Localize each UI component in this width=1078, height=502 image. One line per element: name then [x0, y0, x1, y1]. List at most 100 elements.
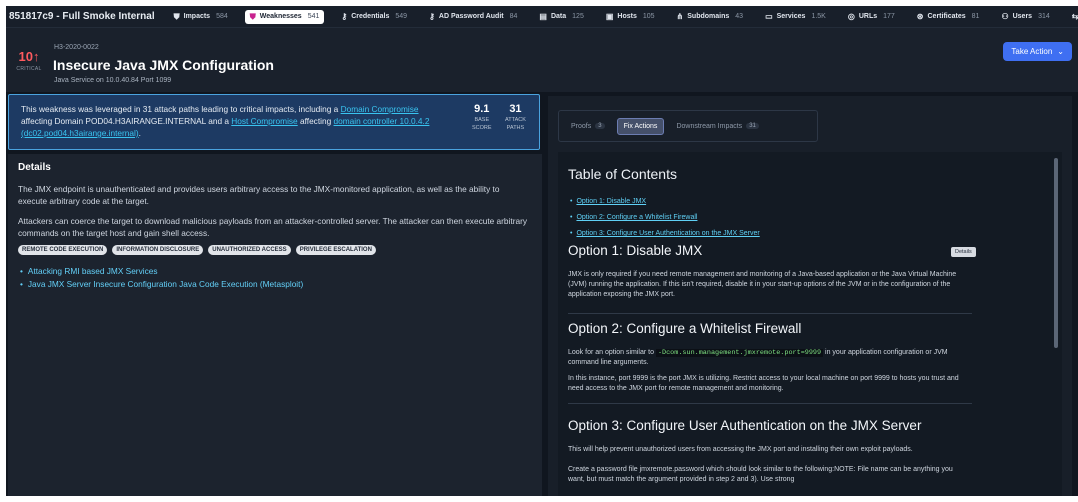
audit-icon: ⚷ [429, 11, 435, 21]
toc-list: Option 1: Disable JMX Option 2: Configure… [570, 194, 760, 242]
option-3-text: This will help prevent unauthorized user… [568, 446, 913, 453]
key-icon: ⚷ [341, 11, 348, 21]
nav-tab-count: 314 [1038, 13, 1050, 20]
toc-link[interactable]: Option 3: Configure User Authentication … [570, 226, 760, 242]
details-panel: Details The JMX endpoint is unauthentica… [8, 154, 542, 496]
nav-tab-certificates[interactable]: ⊛ Certificates 81 [912, 10, 985, 24]
divider [568, 403, 972, 404]
nav-tab-label: Hosts [617, 13, 637, 20]
nav-tab-label: Credentials [351, 13, 390, 20]
nav-tab-credentials[interactable]: ⚷ Credentials 549 [336, 10, 412, 24]
attack-path-summary: This weakness was leveraged in 31 attack… [8, 94, 540, 150]
service-subtitle: Java Service on 10.0.40.84 Port 1099 [54, 77, 172, 84]
nav-tab-com[interactable]: ⇆Com [1067, 10, 1078, 24]
summary-text-part: affecting [297, 116, 334, 126]
nav-tab-services[interactable]: ▭ Services 1.5K [760, 10, 831, 24]
nav-tab-label: AD Password Audit [438, 13, 504, 20]
attack-paths-value: 31 [509, 103, 522, 115]
nav-tab-label: Services [776, 13, 806, 20]
nav-tab-count: 81 [971, 13, 980, 20]
scrollbar-thumb[interactable] [1054, 158, 1058, 348]
option-2-text: Look for an option similar to -Dcom.sun.… [568, 348, 968, 368]
tab-fix-actions[interactable]: Fix Actions [616, 117, 665, 135]
nav-tab-weaknesses[interactable]: ⛊ Weaknesses 541 [244, 9, 325, 24]
fix-actions-document[interactable]: Table of Contents Option 1: Disable JMXO… [558, 152, 1062, 496]
nav-tab-count: 105 [642, 13, 655, 20]
severity-score: 10↑ CRITICAL [14, 50, 44, 72]
network-icon: ⋔ [676, 11, 684, 21]
host-compromise-link[interactable]: Host Compromise [231, 116, 297, 126]
weakness-id: H3-2020-0022 [54, 44, 99, 51]
take-action-button[interactable]: Take Action ⌄ [1003, 42, 1072, 61]
severity-label: CRITICAL [16, 66, 42, 72]
tab-bar: Proofs 3 Fix Actions Downstream Impacts 31 [558, 110, 818, 142]
summary-text-part: . [138, 128, 141, 138]
option-3-text-2: Create a password file jmxremote.passwor… [568, 466, 953, 483]
toc-link[interactable]: Option 1: Disable JMX [570, 194, 760, 210]
option-2-text-2: In this instance, port 9999 is the port … [568, 375, 959, 392]
attack-paths-metric: 31 ATTACK PATHS [505, 103, 526, 131]
tag-badge: UNAUTHORIZED ACCESS [208, 245, 291, 255]
services-icon: ▭ [765, 11, 773, 21]
summary-text: This weakness was leveraged in 31 attack… [21, 103, 441, 139]
tab-label: Fix Actions [623, 122, 658, 130]
take-action-label: Take Action [1011, 47, 1053, 56]
globe-icon: ◎ [847, 11, 855, 21]
nav-tab-urls[interactable]: ◎ URLs 177 [843, 10, 900, 24]
tab-count: 31 [746, 123, 759, 129]
reference-link[interactable]: Attacking RMI based JMX Services [20, 265, 303, 278]
nav-tab-label: Data [550, 13, 567, 20]
summary-text-part: This weakness was leveraged in 31 attack… [21, 104, 341, 114]
tab-label: Downstream Impacts [676, 122, 743, 130]
nav-tab-users[interactable]: ⚇ Users 314 [996, 10, 1054, 24]
tab-label: Proofs [571, 122, 592, 130]
users-icon: ⚇ [1001, 11, 1009, 21]
commands-icon: ⇆ [1071, 11, 1078, 21]
attack-paths-label-1: ATTACK [505, 117, 526, 123]
toc-title: Table of Contents [568, 166, 677, 182]
nav-tab-label: Users [1012, 13, 1033, 20]
base-score-metric: 9.1 BASE SCORE [472, 103, 492, 131]
nav-tab-label: Subdomains [687, 13, 730, 20]
summary-text-part: affecting Domain POD04.H3AIRANGE.INTERNA… [21, 116, 232, 126]
nav-tab-subdomains[interactable]: ⋔ Subdomains 43 [672, 10, 749, 24]
nav-tab-count: 584 [216, 13, 228, 20]
tag-badge: PRIVILEGE ESCALATION [295, 245, 376, 255]
toc-link-text: Option 3: Configure User Authentication … [576, 230, 760, 237]
app-window: 851817c9 - Full Smoke Internal ⛊ Impacts 5… [6, 6, 1078, 496]
operation-title[interactable]: 851817c9 - Full Smoke Internal [6, 11, 163, 22]
jmx-port-code: -Dcom.sun.management.jmxremote.port=9999 [655, 349, 824, 357]
nav-tab-count: 43 [735, 13, 744, 20]
attack-paths-label-2: PATHS [506, 125, 525, 131]
domain-compromise-link[interactable]: Domain Compromise [341, 104, 419, 114]
shield-icon: ⛊ [173, 11, 180, 21]
remediation-panel: Proofs 3 Fix Actions Downstream Impacts 31 T… [548, 96, 1072, 496]
nav-tab-data[interactable]: ▤ Data 125 [534, 10, 588, 24]
tab-proofs[interactable]: Proofs 3 [565, 119, 611, 134]
option-2-title: Option 2: Configure a Whitelist Firewall [568, 321, 802, 336]
nav-tab-count: 177 [883, 13, 895, 20]
details-paragraph-1: The JMX endpoint is unauthenticated and … [18, 184, 500, 206]
nav-tab-count: 541 [307, 13, 320, 20]
details-toggle-button[interactable]: Details [951, 247, 976, 257]
arrow-up-icon: ↑ [32, 49, 40, 64]
base-score-value: 9.1 [474, 103, 490, 115]
base-score-label-1: BASE [474, 117, 490, 123]
divider [568, 313, 972, 314]
nav-tab-count: 125 [572, 13, 584, 20]
nav-tab-impacts[interactable]: ⛊ Impacts 584 [169, 10, 233, 24]
certificate-icon: ⊛ [916, 11, 924, 21]
data-icon: ▤ [539, 11, 547, 21]
details-paragraph-2: Attackers can coerce the target to downl… [18, 216, 527, 238]
tab-downstream-impacts[interactable]: Downstream Impacts 31 [670, 119, 764, 134]
option-2-text-part: Look for an option similar to [568, 349, 656, 356]
nav-tab-ad-password-audit[interactable]: ⚷ AD Password Audit 84 [424, 10, 522, 24]
reference-link[interactable]: Java JMX Server Insecure Configuration J… [20, 278, 303, 291]
toc-link[interactable]: Option 2: Configure a Whitelist Firewall [570, 210, 760, 226]
score-value: 10 [18, 49, 33, 64]
nav-tab-label: Weaknesses [259, 13, 302, 20]
nav-tab-label: URLs [858, 13, 878, 20]
nav-tab-hosts[interactable]: ▣ Hosts 105 [601, 10, 660, 24]
nav-tab-count: 84 [509, 13, 518, 20]
chevron-down-icon: ⌄ [1057, 47, 1064, 56]
